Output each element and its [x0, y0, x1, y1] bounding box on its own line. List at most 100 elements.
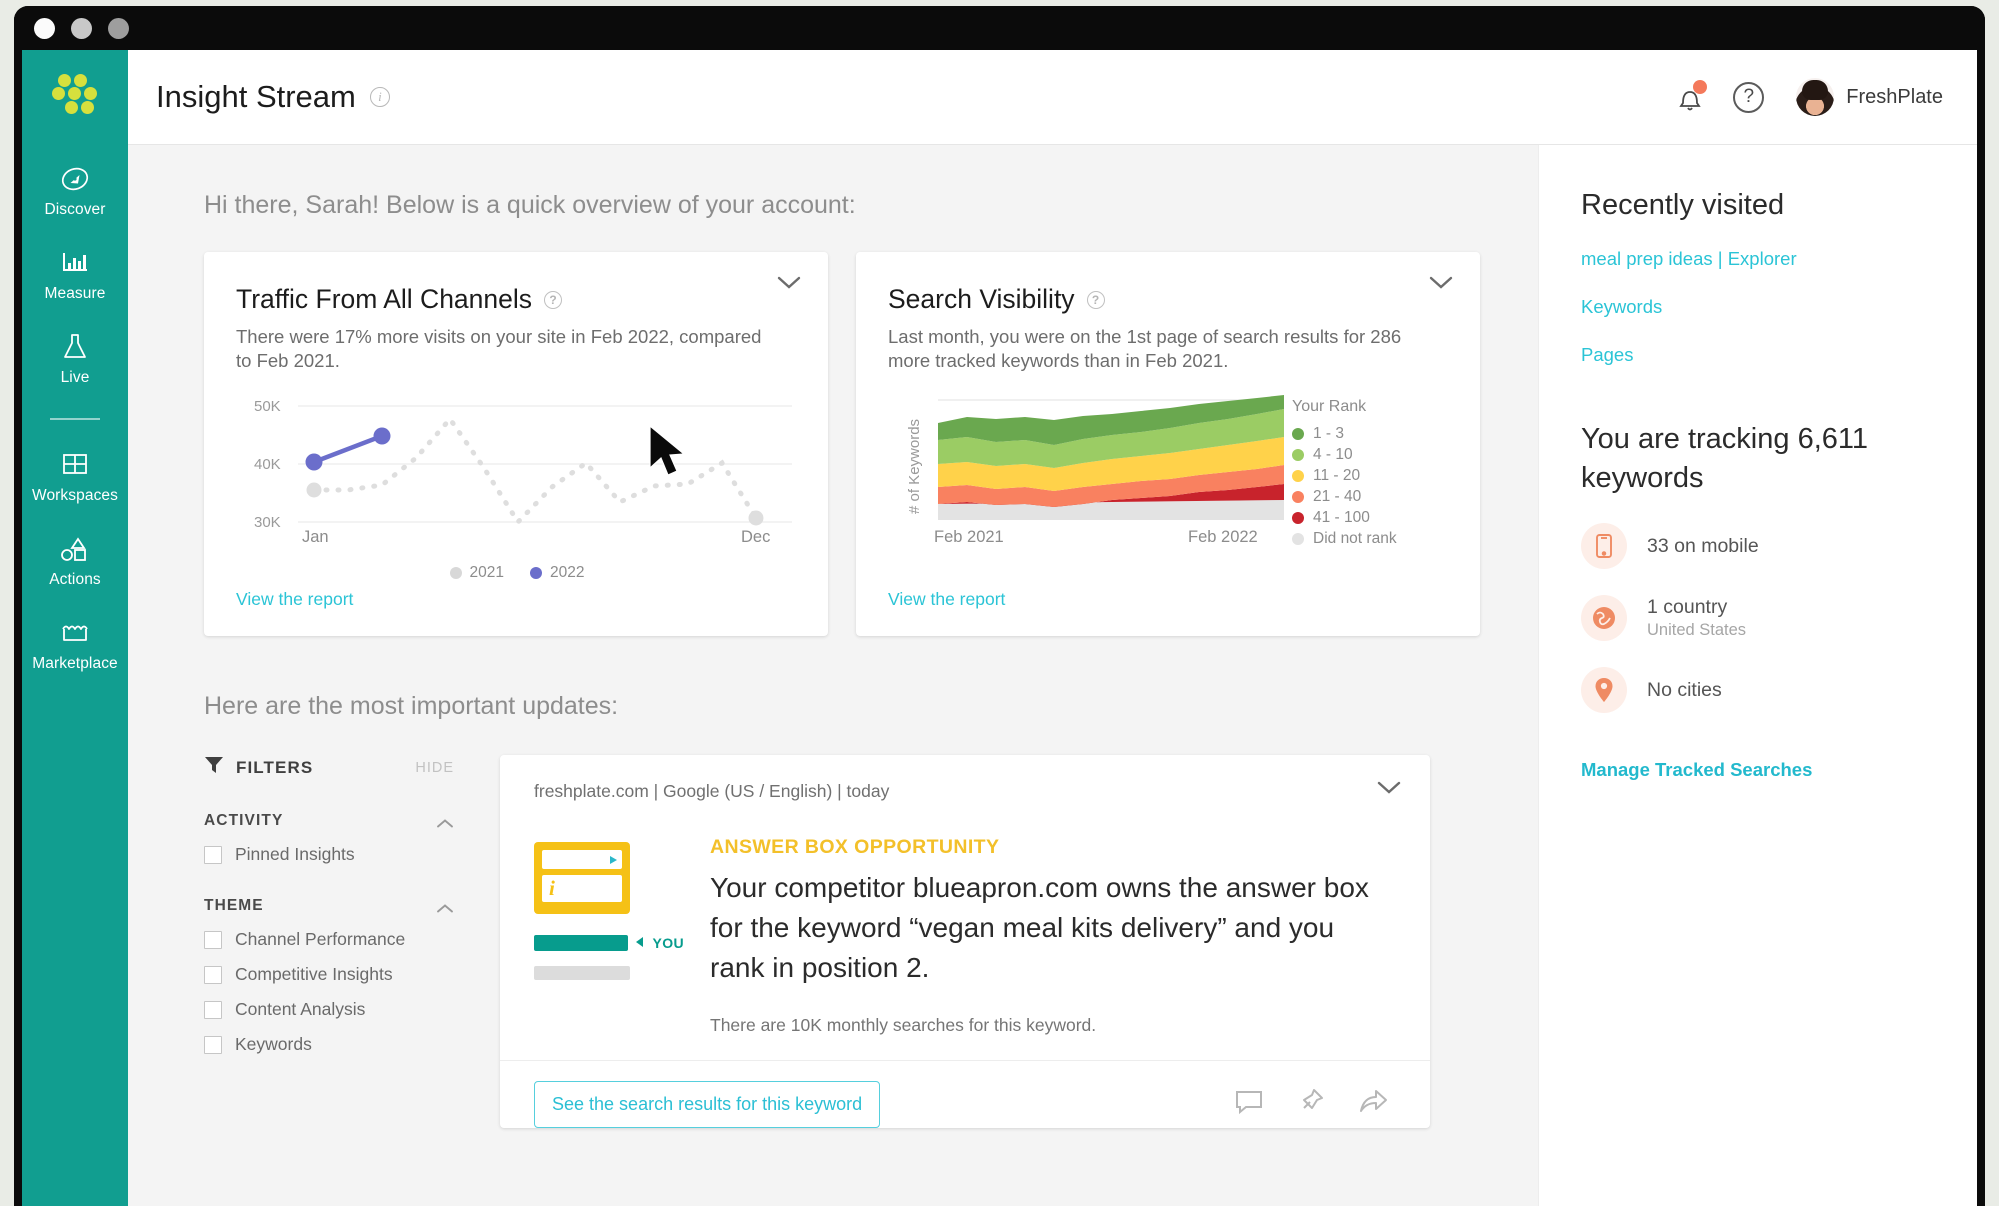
- recent-link-explorer[interactable]: meal prep ideas | Explorer: [1581, 248, 1937, 270]
- tracking-title: You are tracking 6,611 keywords: [1581, 420, 1937, 497]
- chevron-up-icon[interactable]: [436, 901, 454, 912]
- chevron-up-icon[interactable]: [436, 816, 454, 827]
- sidebar-divider: [50, 418, 100, 420]
- flask-icon: [61, 330, 89, 364]
- application-root: Discover Measure: [22, 50, 1977, 1206]
- info-icon[interactable]: ?: [544, 291, 562, 309]
- sidebar-item-label: Discover: [44, 201, 105, 219]
- sidebar-item-discover[interactable]: Discover: [22, 162, 128, 219]
- hide-filters-button[interactable]: HIDE: [415, 760, 454, 776]
- insight-headline: Your competitor blueapron.com owns the a…: [710, 868, 1396, 987]
- filter-option-label: Channel Performance: [235, 929, 405, 950]
- x-tick-dec: Dec: [741, 528, 770, 547]
- view-report-link[interactable]: View the report: [888, 589, 1005, 610]
- legend-item: 41 - 100: [1292, 508, 1442, 529]
- recent-link-pages[interactable]: Pages: [1581, 344, 1937, 366]
- chevron-down-icon[interactable]: [1428, 274, 1454, 290]
- checkbox[interactable]: [204, 1036, 222, 1054]
- filter-option-content-analysis[interactable]: Content Analysis: [204, 999, 454, 1020]
- filter-option-label: Keywords: [235, 1034, 312, 1055]
- user-menu[interactable]: FreshPlate: [1796, 78, 1943, 116]
- info-icon[interactable]: ?: [1087, 291, 1105, 309]
- legend-label: 2022: [550, 564, 584, 582]
- legend-swatch: [1292, 449, 1304, 461]
- checkbox[interactable]: [204, 931, 222, 949]
- legend-item: 4 - 10: [1292, 445, 1442, 466]
- rank-legend: Your Rank 1 - 3 4 - 10 11 - 20 21 - 40 4…: [1292, 398, 1442, 550]
- insight-kicker: ANSWER BOX OPPORTUNITY: [710, 836, 1396, 859]
- x-tick-jan: Jan: [302, 528, 329, 547]
- stat-country: 1 country United States: [1581, 595, 1937, 641]
- filter-group-title: THEME: [204, 897, 264, 915]
- svg-text:30K: 30K: [254, 514, 281, 531]
- info-icon[interactable]: i: [370, 87, 390, 107]
- grid-icon: [61, 448, 89, 482]
- mobile-icon: [1581, 523, 1627, 569]
- store-icon: [60, 616, 90, 650]
- sidebar-item-workspaces[interactable]: Workspaces: [22, 448, 128, 505]
- avatar: [1796, 78, 1834, 116]
- pin-icon[interactable]: [1298, 1088, 1324, 1121]
- sidebar-item-label: Measure: [44, 285, 105, 303]
- checkbox[interactable]: [204, 1001, 222, 1019]
- card-subtitle: There were 17% more visits on your site …: [236, 325, 776, 374]
- legend-swatch: [1292, 491, 1304, 503]
- window-maximize-button[interactable]: [108, 18, 129, 39]
- updates-heading: Here are the most important updates:: [204, 692, 1538, 721]
- window-minimize-button[interactable]: [71, 18, 92, 39]
- x-tick-end: Feb 2022: [1188, 528, 1258, 547]
- filters-panel: FILTERS HIDE ACTIVITY: [204, 755, 470, 1128]
- sidebar-item-live[interactable]: Live: [22, 330, 128, 387]
- sidebar-item-actions[interactable]: Actions: [22, 532, 128, 589]
- legend-swatch: [450, 567, 462, 579]
- window-close-button[interactable]: [34, 18, 55, 39]
- answer-box-illustration: i YOU: [534, 836, 684, 1036]
- other-result-bar: [534, 966, 630, 980]
- sidebar-item-measure[interactable]: Measure: [22, 246, 128, 303]
- you-arrow-icon: [636, 934, 644, 952]
- stat-cities: No cities: [1581, 667, 1937, 713]
- legend-swatch: [1292, 428, 1304, 440]
- see-search-results-button[interactable]: See the search results for this keyword: [534, 1081, 880, 1128]
- main-sidebar: Discover Measure: [22, 50, 128, 1206]
- filter-option-channel-performance[interactable]: Channel Performance: [204, 929, 454, 950]
- sidebar-item-marketplace[interactable]: Marketplace: [22, 616, 128, 673]
- filter-option-pinned-insights[interactable]: Pinned Insights: [204, 844, 454, 865]
- app-logo-icon[interactable]: [52, 72, 98, 118]
- browser-window: Discover Measure: [14, 6, 1985, 1206]
- filters-title: FILTERS: [236, 758, 313, 778]
- filter-option-competitive-insights[interactable]: Competitive Insights: [204, 964, 454, 985]
- legend-item: 2022: [530, 564, 584, 582]
- checkbox[interactable]: [204, 846, 222, 864]
- chart-legend: 2021 2022: [236, 564, 798, 582]
- legend-item: 1 - 3: [1292, 424, 1442, 445]
- chevron-down-icon[interactable]: [1376, 779, 1402, 795]
- chevron-down-icon[interactable]: [776, 274, 802, 290]
- user-name: FreshPlate: [1846, 86, 1943, 109]
- legend-title: Your Rank: [1292, 398, 1442, 416]
- card-title: Traffic From All Channels: [236, 284, 532, 315]
- help-button[interactable]: ?: [1733, 82, 1764, 113]
- legend-swatch: [530, 567, 542, 579]
- recent-link-keywords[interactable]: Keywords: [1581, 296, 1937, 318]
- insight-note: There are 10K monthly searches for this …: [710, 1015, 1396, 1036]
- filter-option-keywords[interactable]: Keywords: [204, 1034, 454, 1055]
- card-subtitle: Last month, you were on the 1st page of …: [888, 325, 1428, 374]
- your-result-bar: [534, 935, 628, 951]
- stat-value: 1 country: [1647, 596, 1746, 619]
- checkbox[interactable]: [204, 966, 222, 984]
- legend-label: Did not rank: [1313, 530, 1397, 548]
- notifications-button[interactable]: [1675, 81, 1705, 113]
- view-report-link[interactable]: View the report: [236, 589, 353, 610]
- card-title: Search Visibility: [888, 284, 1075, 315]
- main-content: Hi there, Sarah! Below is a quick overvi…: [128, 145, 1538, 1206]
- comment-icon[interactable]: [1234, 1089, 1264, 1120]
- svg-text:50K: 50K: [254, 398, 281, 415]
- share-icon[interactable]: [1358, 1089, 1388, 1120]
- stat-subvalue: United States: [1647, 621, 1746, 640]
- filter-option-label: Content Analysis: [235, 999, 365, 1020]
- legend-label: 2021: [470, 564, 504, 582]
- filter-group-title: ACTIVITY: [204, 812, 283, 830]
- manage-tracked-searches-link[interactable]: Manage Tracked Searches: [1581, 759, 1937, 781]
- svg-text:40K: 40K: [254, 456, 281, 473]
